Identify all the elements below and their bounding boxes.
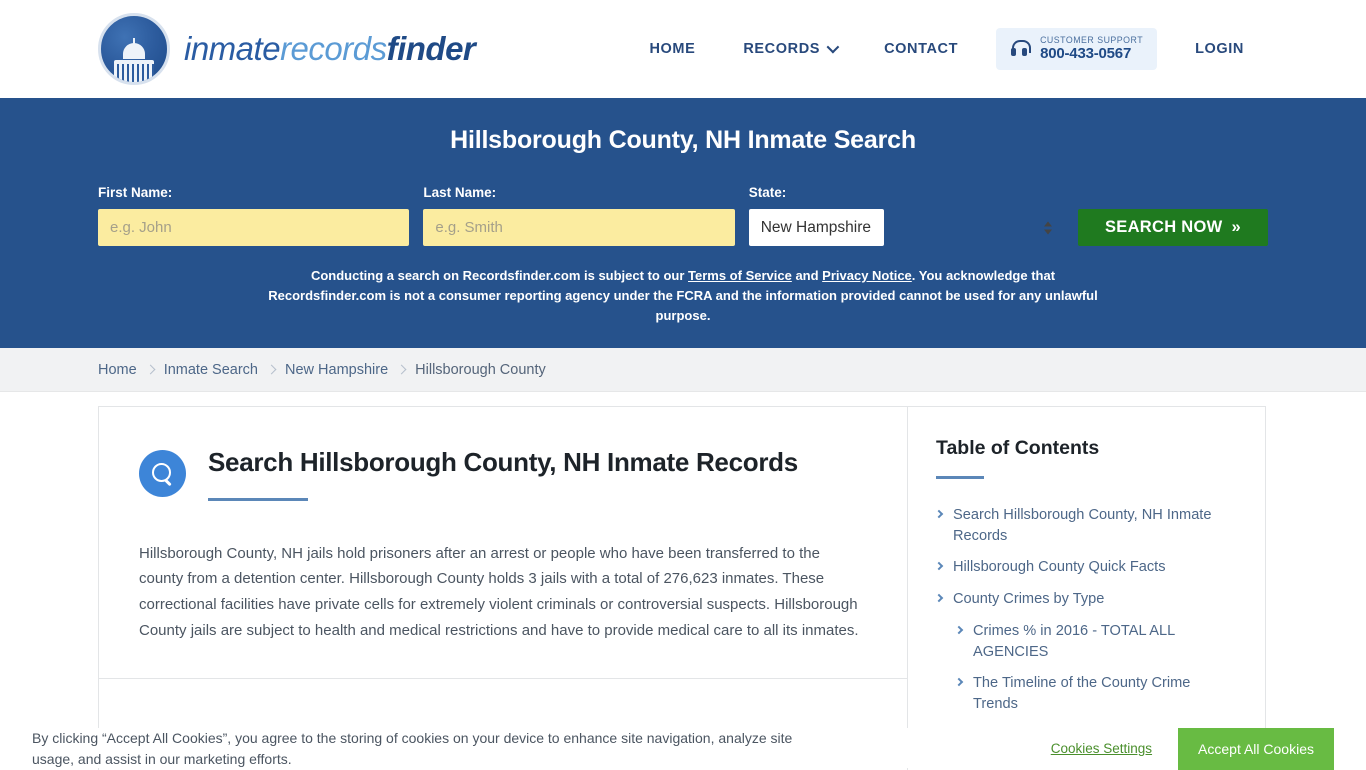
first-name-input[interactable] <box>98 209 409 246</box>
nav-label-records: RECORDS <box>743 41 820 57</box>
toc-item-label: Crimes % in 2016 - TOTAL ALL AGENCIES <box>973 621 1237 662</box>
site-logo[interactable]: inmaterecordsfinder <box>98 13 475 85</box>
inmate-search-form: First Name: Last Name: State: New Hampsh… <box>98 185 1268 246</box>
breadcrumb-bar: Home Inmate Search New Hampshire Hillsbo… <box>0 348 1366 392</box>
privacy-notice-link[interactable]: Privacy Notice <box>822 268 912 283</box>
search-disclaimer: Conducting a search on Recordsfinder.com… <box>253 266 1113 326</box>
breadcrumb-item-new-hampshire[interactable]: New Hampshire <box>285 362 388 378</box>
headset-icon <box>1010 39 1029 58</box>
disclaimer-part2: and <box>792 268 822 283</box>
last-name-field-group: Last Name: <box>423 185 734 246</box>
breadcrumb-item-home[interactable]: Home <box>98 362 137 378</box>
chevron-right-icon <box>145 365 155 375</box>
toc-item-label: The Timeline of the County Crime Trends <box>973 673 1237 714</box>
logo-wordmark: inmaterecordsfinder <box>184 30 475 68</box>
toc-subitem-crimes-percent-2016[interactable]: Crimes % in 2016 - TOTAL ALL AGENCIES <box>936 621 1237 662</box>
section-title: Search Hillsborough County, NH Inmate Re… <box>208 447 798 478</box>
double-chevron-right-icon: » <box>1232 218 1241 237</box>
toc-item-county-crimes-by-type[interactable]: County Crimes by Type <box>936 589 1237 610</box>
toc-accent-bar <box>936 476 984 479</box>
toc-subitem-crime-trends-timeline[interactable]: The Timeline of the County Crime Trends <box>936 673 1237 714</box>
nav-label-login: LOGIN <box>1195 41 1244 57</box>
nav-item-records[interactable]: RECORDS <box>719 41 860 57</box>
chevron-down-icon <box>827 41 840 54</box>
logo-text-part3: finder <box>387 30 476 67</box>
state-select[interactable]: New Hampshire <box>749 209 884 246</box>
toc-item-search-records[interactable]: Search Hillsborough County, NH Inmate Re… <box>936 505 1237 546</box>
chevron-right-icon <box>935 562 943 570</box>
last-name-input[interactable] <box>423 209 734 246</box>
page-title: Hillsborough County, NH Inmate Search <box>98 126 1268 155</box>
main-content-card: Search Hillsborough County, NH Inmate Re… <box>98 406 908 770</box>
chevron-right-icon <box>935 594 943 602</box>
support-text: CUSTOMER SUPPORT 800-433-0567 <box>1040 36 1143 63</box>
customer-support-box[interactable]: CUSTOMER SUPPORT 800-433-0567 <box>996 28 1157 71</box>
nav-item-contact[interactable]: CONTACT <box>860 41 982 57</box>
chevron-right-icon <box>935 510 943 518</box>
support-phone: 800-433-0567 <box>1040 46 1143 63</box>
cookies-settings-link[interactable]: Cookies Settings <box>1051 741 1152 756</box>
chevron-right-icon <box>397 365 407 375</box>
chevron-right-icon <box>955 678 963 686</box>
section-paragraph: Hillsborough County, NH jails hold priso… <box>139 541 867 644</box>
breadcrumb-item-current: Hillsborough County <box>415 362 546 378</box>
cookie-consent-text: By clicking “Accept All Cookies”, you ag… <box>32 728 832 770</box>
table-of-contents-card: Table of Contents Search Hillsborough Co… <box>908 406 1266 770</box>
state-label: State: <box>749 185 1064 200</box>
terms-of-service-link[interactable]: Terms of Service <box>688 268 792 283</box>
logo-text-part2: records <box>280 30 387 67</box>
hero-search-section: Hillsborough County, NH Inmate Search Fi… <box>0 98 1366 348</box>
search-magnifier-icon <box>139 450 186 497</box>
nav-item-login[interactable]: LOGIN <box>1171 41 1268 57</box>
state-field-group: State: New Hampshire <box>749 185 1064 246</box>
search-button-label: SEARCH NOW <box>1105 218 1223 237</box>
main-navigation: HOME RECORDS CONTACT CUSTOMER SUPPORT 80… <box>625 28 1268 71</box>
breadcrumb-item-inmate-search[interactable]: Inmate Search <box>164 362 258 378</box>
nav-label-contact: CONTACT <box>884 41 958 57</box>
toc-title: Table of Contents <box>936 437 1237 460</box>
accept-all-cookies-button[interactable]: Accept All Cookies <box>1178 728 1334 770</box>
site-header: inmaterecordsfinder HOME RECORDS CONTACT… <box>0 0 1366 98</box>
cookie-actions: Cookies Settings Accept All Cookies <box>1051 728 1334 770</box>
last-name-label: Last Name: <box>423 185 734 200</box>
chevron-right-icon <box>955 626 963 634</box>
first-name-field-group: First Name: <box>98 185 409 246</box>
first-name-label: First Name: <box>98 185 409 200</box>
toc-list: Search Hillsborough County, NH Inmate Re… <box>936 505 1237 746</box>
section-header: Search Hillsborough County, NH Inmate Re… <box>139 447 867 500</box>
page-body: Search Hillsborough County, NH Inmate Re… <box>0 392 1366 770</box>
capitol-dome-icon <box>98 13 170 85</box>
select-spinner-icon <box>1044 221 1052 234</box>
nav-item-home[interactable]: HOME <box>625 41 719 57</box>
toc-item-quick-facts[interactable]: Hillsborough County Quick Facts <box>936 557 1237 578</box>
chevron-right-icon <box>267 365 277 375</box>
toc-item-label: County Crimes by Type <box>953 589 1104 610</box>
disclaimer-part1: Conducting a search on Recordsfinder.com… <box>311 268 688 283</box>
logo-text-part1: inmate <box>184 30 280 67</box>
toc-item-label: Search Hillsborough County, NH Inmate Re… <box>953 505 1237 546</box>
cookie-consent-banner: By clicking “Accept All Cookies”, you ag… <box>0 728 1366 768</box>
title-accent-bar <box>208 498 308 501</box>
search-now-button[interactable]: SEARCH NOW » <box>1078 209 1268 246</box>
toc-item-label: Hillsborough County Quick Facts <box>953 557 1166 578</box>
breadcrumb: Home Inmate Search New Hampshire Hillsbo… <box>98 362 546 378</box>
nav-label-home: HOME <box>649 41 695 57</box>
